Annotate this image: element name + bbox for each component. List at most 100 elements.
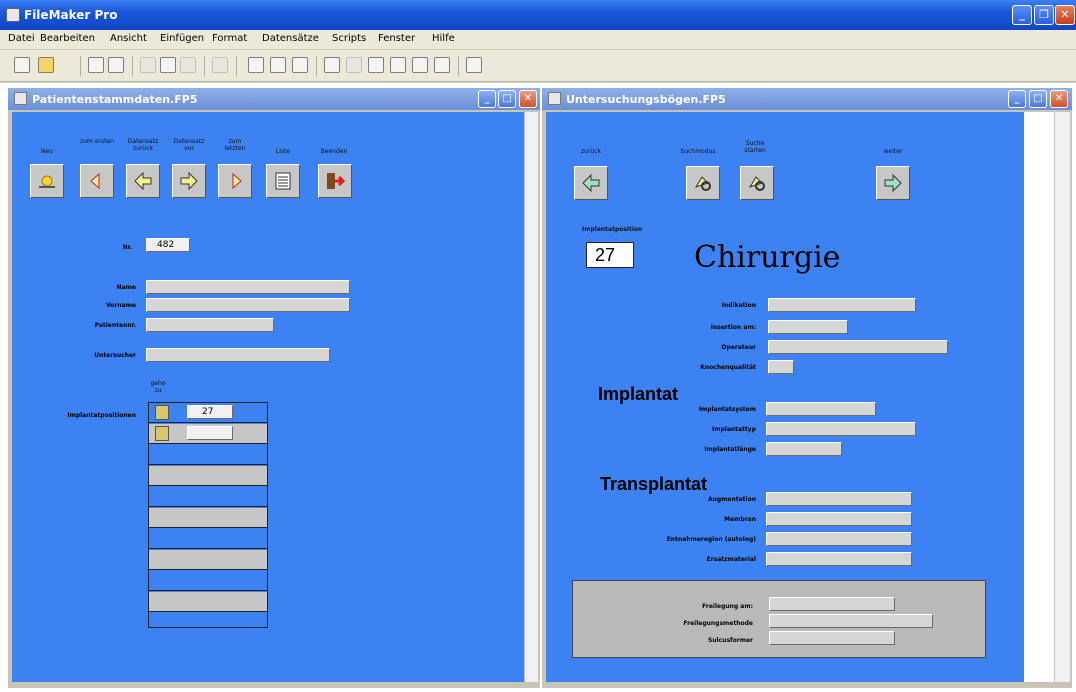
nr-label: Nr. [122, 244, 132, 251]
window-title-bar[interactable]: Untersuchungsbögen.FP5 _ □ ✕ [542, 88, 1072, 110]
new-record-icon[interactable] [434, 57, 450, 73]
spellcheck-icon[interactable] [108, 57, 124, 73]
portal-position-field[interactable]: 27 [187, 405, 233, 419]
vertical-scrollbar[interactable] [1054, 112, 1070, 682]
sort-icon[interactable] [324, 57, 340, 73]
back-button[interactable] [574, 166, 608, 200]
untersucher-label: Untersucher [94, 352, 136, 359]
portal-row[interactable] [149, 529, 267, 549]
open-folder-icon[interactable] [38, 57, 54, 73]
new-record-button[interactable] [30, 164, 64, 198]
membran-field[interactable] [766, 512, 912, 526]
nr-field[interactable]: 482 [146, 238, 190, 252]
restore-button[interactable]: ❐ [1034, 5, 1054, 25]
layout-area: zurück Suchmodus Suche starten weiter Im… [546, 112, 1024, 682]
vorname-field[interactable] [146, 298, 350, 312]
menu-hilfe[interactable]: Hilfe [432, 33, 455, 44]
next-button[interactable] [876, 166, 910, 200]
implantat-portal: 27 [148, 402, 268, 628]
name-field[interactable] [146, 280, 350, 294]
portal-row[interactable] [149, 466, 267, 486]
portal-row[interactable] [149, 592, 267, 612]
menu-scripts[interactable]: Scripts [332, 33, 366, 44]
start-search-button[interactable] [740, 166, 774, 200]
portal-row[interactable] [149, 424, 267, 444]
window-close-button[interactable]: ✕ [519, 90, 537, 108]
browse-mode-icon[interactable] [248, 57, 264, 73]
menu-ansicht[interactable]: Ansicht [110, 33, 147, 44]
window-title: Untersuchungsbögen.FP5 [566, 93, 726, 106]
find-mode-icon[interactable] [270, 57, 286, 73]
omit-records-icon[interactable] [390, 57, 406, 73]
window-minimize-button[interactable]: _ [478, 90, 496, 108]
implantatlaenge-field[interactable] [766, 442, 842, 456]
show-all-icon[interactable] [412, 57, 428, 73]
implantatpositionen-label: Implantatpositionen [67, 412, 136, 419]
implantatsystem-field[interactable] [766, 402, 876, 416]
minimize-button[interactable]: _ [1012, 5, 1032, 25]
copy-icon[interactable] [160, 57, 176, 73]
window-minimize-button[interactable]: _ [1008, 90, 1026, 108]
menu-datei[interactable]: Datei [8, 33, 35, 44]
knochenqualitaet-field[interactable] [768, 360, 794, 374]
layout-mode-icon[interactable] [292, 57, 308, 73]
paste-icon[interactable] [180, 57, 196, 73]
find-records-icon[interactable] [368, 57, 384, 73]
entnahmeregion-label: Entnahmeregion (autolog) [666, 536, 756, 543]
new-document-icon[interactable] [14, 57, 30, 73]
menu-fenster[interactable]: Fenster [378, 33, 415, 44]
patientennr-field[interactable] [146, 318, 274, 332]
close-button[interactable]: ✕ [1055, 5, 1075, 25]
nav-label-liste: Liste [275, 148, 291, 155]
goto-row-button[interactable] [155, 426, 169, 441]
portal-row[interactable] [149, 550, 267, 570]
cut-icon[interactable] [140, 57, 156, 73]
menu-format[interactable]: Format [212, 33, 247, 44]
indikation-field[interactable] [768, 298, 916, 312]
undo-icon[interactable] [212, 57, 228, 73]
freilegung-panel: Freilegung am: Freilegungsmethode Sulcus… [572, 580, 986, 658]
portal-row[interactable] [149, 571, 267, 591]
portal-position-field[interactable] [187, 426, 233, 440]
entnahmeregion-field[interactable] [766, 532, 912, 546]
goto-row-button[interactable] [155, 405, 169, 420]
portal-row[interactable] [149, 508, 267, 528]
insert-icon[interactable] [346, 57, 362, 73]
sulcusformer-field[interactable] [769, 631, 895, 645]
window-maximize-button[interactable]: □ [1029, 90, 1047, 108]
arrow-left-icon [134, 171, 152, 191]
app-title-bar[interactable]: FileMaker Pro _ ❐ ✕ [0, 0, 1076, 30]
portal-row[interactable] [149, 487, 267, 507]
window-maximize-button[interactable]: □ [498, 90, 516, 108]
help-icon[interactable] [466, 57, 482, 73]
ersatzmaterial-field[interactable] [766, 552, 912, 566]
portal-row[interactable] [149, 445, 267, 465]
toolbar [0, 50, 1076, 82]
insertion-field[interactable] [768, 320, 848, 334]
window-patientenstammdaten: Patientenstammdaten.FP5 _ □ ✕ Neu zum er… [8, 88, 540, 688]
portal-row[interactable]: 27 [149, 403, 267, 423]
implantatposition-field[interactable]: 27 [586, 242, 634, 268]
window-close-button[interactable]: ✕ [1050, 90, 1068, 108]
last-record-button[interactable] [218, 164, 252, 198]
exit-button[interactable] [318, 164, 352, 198]
augmentation-field[interactable] [766, 492, 912, 506]
filemaker-app-icon[interactable] [6, 8, 20, 22]
previous-record-button[interactable] [126, 164, 160, 198]
freilegungsmethode-field[interactable] [769, 614, 933, 628]
menu-einfuegen[interactable]: Einfügen [160, 33, 204, 44]
freilegung-am-field[interactable] [769, 597, 895, 611]
print-icon[interactable] [88, 57, 104, 73]
implantattyp-field[interactable] [766, 422, 916, 436]
untersucher-field[interactable] [146, 348, 330, 362]
first-record-button[interactable] [80, 164, 114, 198]
window-title-bar[interactable]: Patientenstammdaten.FP5 _ □ ✕ [8, 88, 540, 110]
operateur-field[interactable] [768, 340, 948, 354]
find-mode-button[interactable] [686, 166, 720, 200]
next-record-button[interactable] [172, 164, 206, 198]
vertical-scrollbar[interactable] [524, 112, 538, 682]
menu-bearbeiten[interactable]: Bearbeiten [40, 33, 95, 44]
menu-datensaetze[interactable]: Datensätze [262, 33, 319, 44]
list-view-button[interactable] [266, 164, 300, 198]
suchmodus-label: Suchmodus [680, 148, 716, 155]
